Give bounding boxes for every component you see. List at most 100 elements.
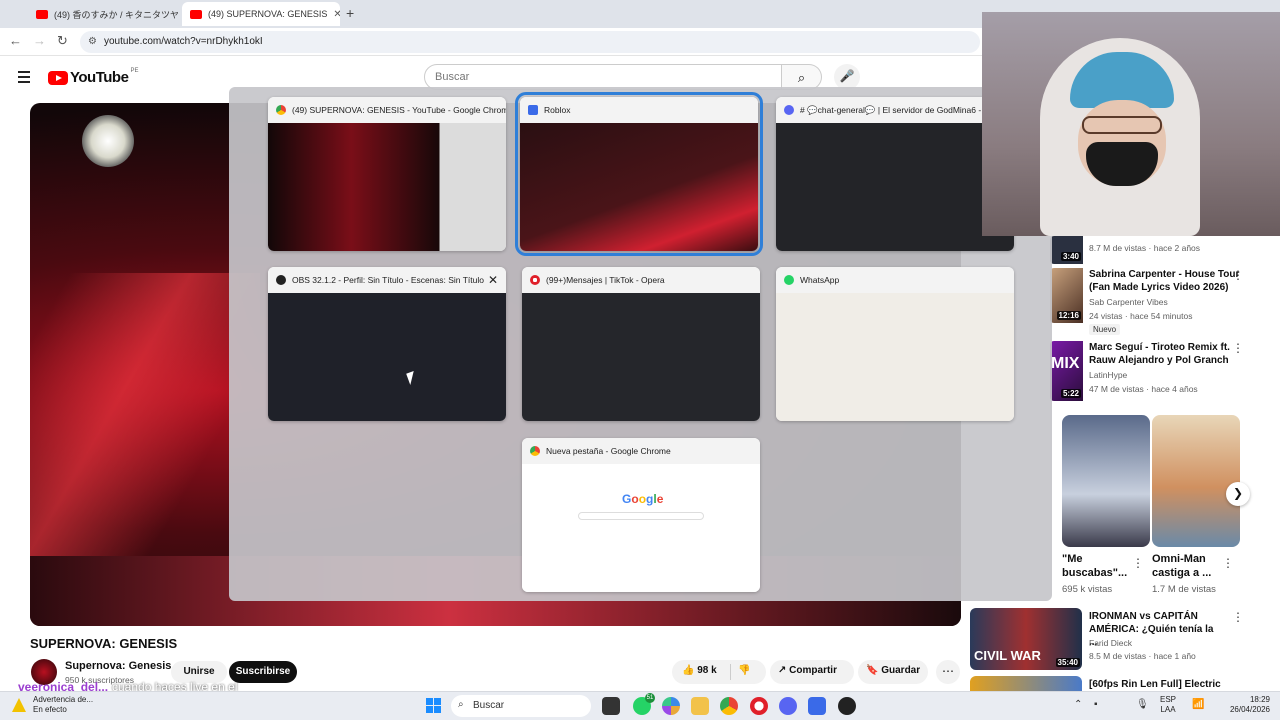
channel-name[interactable]: LatinHype <box>1089 370 1127 380</box>
tray-app-icon[interactable]: ▪ <box>1094 699 1098 710</box>
keyboard-layout: LAA <box>1160 705 1176 714</box>
channel-name[interactable]: Supernova: Genesis <box>65 660 171 672</box>
bookmark-icon: 🔖 <box>866 665 879 676</box>
window-new-tab-chrome[interactable]: Nueva pestaña - Google Chrome Google <box>522 438 760 592</box>
opera-taskbar-icon[interactable] <box>750 697 768 715</box>
task-view-icon[interactable] <box>602 697 620 715</box>
webcam-overlay <box>982 12 1280 236</box>
duration: 5:22 <box>1060 389 1081 398</box>
recommendation-item[interactable]: MIX 5:22 Marc Seguí - Tiroteo Remix ft. … <box>1050 341 1280 403</box>
window-obs[interactable]: OBS 32.1.2 - Perfil: Sin Título - Escena… <box>268 267 506 421</box>
recommendation-item[interactable]: 12:16 Sabrina Carpenter - House Tour (Fa… <box>1050 268 1280 338</box>
tab-label: (49) SUPERNOVA: GENESIS <box>208 9 328 19</box>
views-age: 24 vistas · hace 54 minutos <box>1089 311 1193 321</box>
close-window-icon[interactable]: ✕ <box>488 273 498 287</box>
warning-icon[interactable] <box>12 698 26 712</box>
short-card[interactable] <box>1152 415 1240 547</box>
channel-name[interactable]: Farid Dieck <box>1089 638 1132 648</box>
recommendation-item[interactable]: CIVIL WAR 35:40 IRONMAN vs CAPITÁN AMÉRI… <box>970 608 1270 670</box>
video-title[interactable]: [60fps Rin Len Full] Electric <box>1089 678 1239 691</box>
video-title[interactable]: Sabrina Carpenter - House Tour (Fan Made… <box>1089 268 1249 294</box>
video-thumbnail[interactable]: CIVIL WAR 35:40 <box>970 608 1082 670</box>
more-options-icon[interactable]: ⋮ <box>1232 341 1244 355</box>
taskbar-search[interactable]: ⌕ Buscar <box>451 695 591 717</box>
views-age: 8.5 M de vistas · hace 1 año <box>1089 651 1196 661</box>
youtube-favicon-icon <box>190 9 202 19</box>
channel-name[interactable]: Sab Carpenter Vibes <box>1089 297 1168 307</box>
clock-date: 26/04/2026 <box>1229 705 1270 714</box>
share-icon: ↗ <box>778 665 787 676</box>
short-title[interactable]: "Me buscabas"... <box>1062 552 1127 580</box>
subscribe-button[interactable]: Suscribirse <box>229 661 297 683</box>
windows-start-icon[interactable] <box>426 698 441 713</box>
more-options-icon[interactable]: ⋯ <box>936 660 960 684</box>
window-title: WhatsApp <box>800 275 840 285</box>
short-title[interactable]: Omni-Man castiga a ... <box>1152 552 1211 580</box>
clock[interactable]: 18:29 26/04/2026 <box>1224 695 1270 715</box>
window-roblox[interactable]: Roblox <box>515 92 763 256</box>
short-card[interactable] <box>1062 415 1150 547</box>
roblox-taskbar-icon[interactable] <box>808 697 826 715</box>
video-thumbnail[interactable]: 3:40 <box>1050 236 1083 264</box>
chevron-up-icon[interactable]: ⌃ <box>1074 699 1082 710</box>
clock-time: 18:29 <box>1249 695 1270 704</box>
wifi-icon[interactable]: 📶 <box>1192 699 1204 710</box>
more-options-icon[interactable]: ⋮ <box>1232 268 1244 282</box>
window-discord[interactable]: # 💬chat-general💬 | El servidor de GodMin… <box>776 97 1014 251</box>
copilot-icon[interactable] <box>662 697 680 715</box>
window-title-bar: WhatsApp <box>776 267 1014 293</box>
video-thumbnail[interactable]: 12:16 <box>1050 268 1083 323</box>
reload-icon[interactable]: ↻ <box>57 33 68 49</box>
recommendation-item[interactable]: 3:40 8.7 M de vistas · hace 2 años <box>1050 236 1280 264</box>
country-code: PE <box>130 67 139 74</box>
url-text: youtube.com/watch?v=nrDhykh1okI <box>104 36 263 47</box>
menu-icon[interactable] <box>18 71 30 86</box>
webcam-glasses <box>1082 116 1162 134</box>
chevron-right-icon[interactable]: ❯ <box>1226 482 1250 506</box>
logo-text: YouTube <box>70 69 129 86</box>
share-button[interactable]: ↗ Compartir <box>770 660 854 684</box>
file-explorer-icon[interactable] <box>691 697 709 715</box>
video-title[interactable]: Marc Seguí - Tiroteo Remix ft. Rauw Alej… <box>1089 341 1249 367</box>
window-preview: Google <box>522 464 760 592</box>
video-thumbnail[interactable] <box>970 676 1082 691</box>
tab-label: (49) 香のすみか / キタニタツヤ - W <box>54 9 178 20</box>
obs-taskbar-icon[interactable] <box>838 697 856 715</box>
chrome-taskbar-icon[interactable] <box>720 697 738 715</box>
divider <box>730 664 731 680</box>
new-tab-button[interactable]: + <box>346 5 354 21</box>
discord-taskbar-icon[interactable] <box>779 697 797 715</box>
more-options-icon[interactable]: ⋮ <box>1132 556 1144 570</box>
youtube-play-icon <box>48 70 68 85</box>
site-info-icon[interactable]: ⚙ <box>88 36 97 47</box>
recommendation-item[interactable]: [60fps Rin Len Full] Electric <box>970 676 1270 691</box>
save-label: Guardar <box>881 665 921 676</box>
window-title: (49) SUPERNOVA: GENESIS - YouTube - Goog… <box>292 105 506 115</box>
warning-notification[interactable]: Advertencia de... En efecto <box>33 695 93 715</box>
more-options-icon[interactable]: ⋮ <box>1232 610 1244 624</box>
save-button[interactable]: 🔖 Guardar <box>858 660 928 684</box>
thumbs-down-icon[interactable]: 👎 <box>738 665 750 676</box>
window-whatsapp[interactable]: WhatsApp <box>776 267 1014 421</box>
like-button[interactable]: 👍 98 k <box>682 665 717 676</box>
back-icon[interactable]: ← <box>9 33 22 48</box>
share-label: Compartir <box>789 665 837 676</box>
youtube-logo[interactable]: YouTube PE <box>48 67 139 86</box>
more-options-icon[interactable]: ⋮ <box>1222 556 1234 570</box>
language-indicator[interactable]: ESP LAA <box>1160 695 1176 715</box>
window-youtube-chrome[interactable]: (49) SUPERNOVA: GENESIS - YouTube - Goog… <box>268 97 506 251</box>
views-age: 47 M de vistas · hace 4 años <box>1089 384 1198 394</box>
window-tiktok-opera[interactable]: (99+)Mensajes | TikTok - Opera <box>522 267 760 421</box>
window-title: (99+)Mensajes | TikTok - Opera <box>546 275 665 285</box>
tab-kitani[interactable]: (49) 香のすみか / キタニタツヤ - W ✕ <box>28 2 178 26</box>
window-preview <box>268 293 506 421</box>
window-preview <box>776 293 1014 421</box>
url-field[interactable]: ⚙ youtube.com/watch?v=nrDhykh1okI <box>80 31 980 53</box>
close-tab-icon[interactable]: ✕ <box>327 9 340 20</box>
forward-icon[interactable]: → <box>33 33 46 48</box>
window-title-bar: Nueva pestaña - Google Chrome <box>522 438 760 464</box>
tab-supernova[interactable]: (49) SUPERNOVA: GENESIS ✕ <box>182 2 340 26</box>
duration: 3:40 <box>1060 252 1081 261</box>
microphone-icon[interactable]: 🎙 <box>1136 699 1149 710</box>
video-thumbnail[interactable]: MIX 5:22 <box>1050 341 1083 401</box>
